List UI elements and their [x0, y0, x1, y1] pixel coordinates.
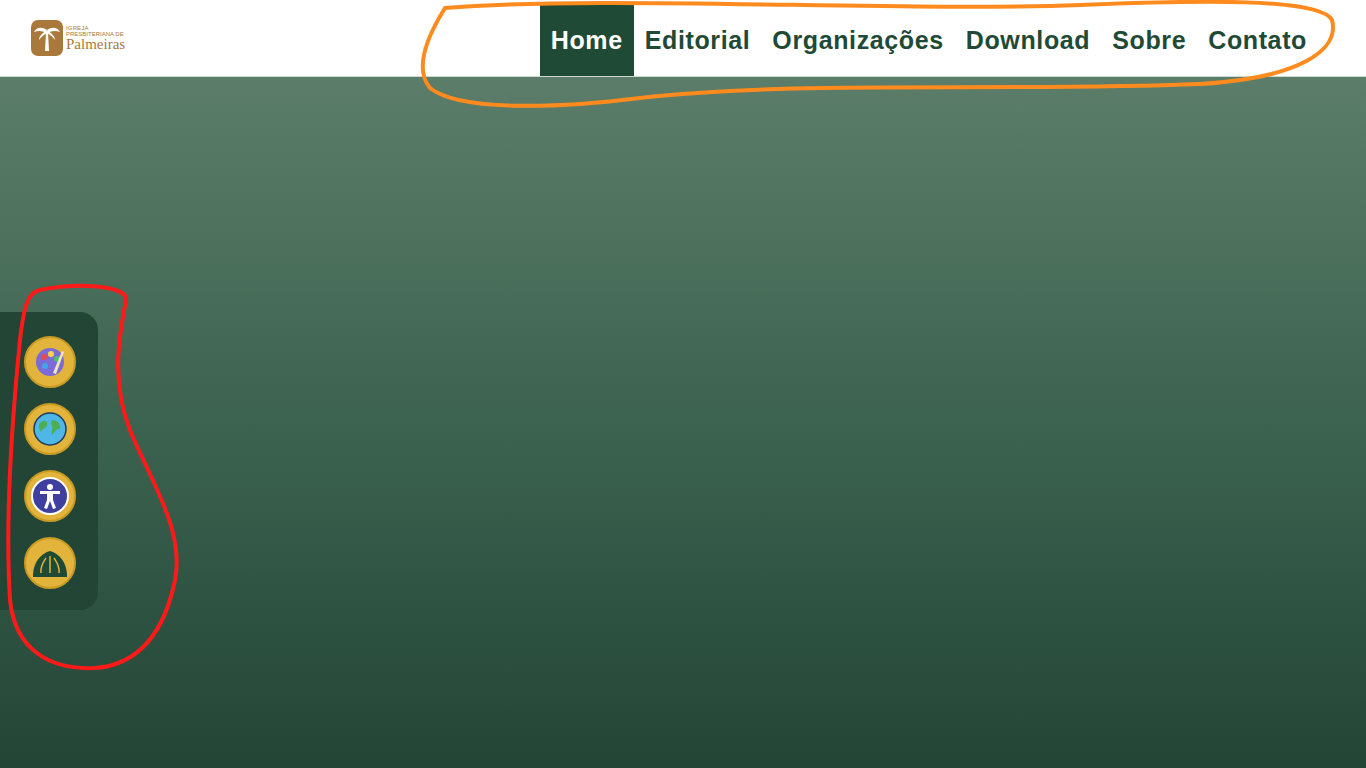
nav-item[interactable]: Contato — [1197, 5, 1318, 76]
hero-photo — [0, 77, 1366, 768]
orange-annotation-icon — [423, 2, 1333, 106]
accessibility-button[interactable] — [24, 470, 76, 522]
church-logo-button[interactable] — [24, 537, 76, 589]
accessibility-icon — [30, 476, 70, 516]
logo-name: Palmeiras — [66, 37, 125, 52]
logo[interactable]: IGREJAPRESBITERIANA DEPalmeiras — [0, 20, 125, 56]
burning-bush-icon — [30, 546, 70, 580]
globe-icon — [32, 411, 68, 447]
nav-item[interactable]: Home — [540, 5, 634, 76]
nav-item[interactable]: Sobre — [1101, 5, 1197, 76]
language-button[interactable] — [24, 403, 76, 455]
nav-item[interactable]: Editorial — [634, 5, 762, 76]
palette-icon — [33, 345, 67, 379]
palette-button[interactable] — [24, 336, 76, 388]
annotation-overlay — [0, 0, 1366, 768]
side-toolbar — [0, 312, 98, 610]
nav-item[interactable]: Organizações — [761, 5, 954, 76]
nav-item[interactable]: Download — [955, 5, 1101, 76]
main-nav: HomeEditorialOrganizaçõesDownloadSobreCo… — [540, 5, 1318, 76]
header: IGREJAPRESBITERIANA DEPalmeiras HomeEdito… — [0, 0, 1366, 77]
logo-line1: IGREJA — [66, 25, 125, 31]
red-annotation-icon — [8, 286, 176, 668]
page: IGREJAPRESBITERIANA DEPalmeiras HomeEdito… — [0, 0, 1366, 768]
palm-logo-icon — [31, 20, 63, 56]
